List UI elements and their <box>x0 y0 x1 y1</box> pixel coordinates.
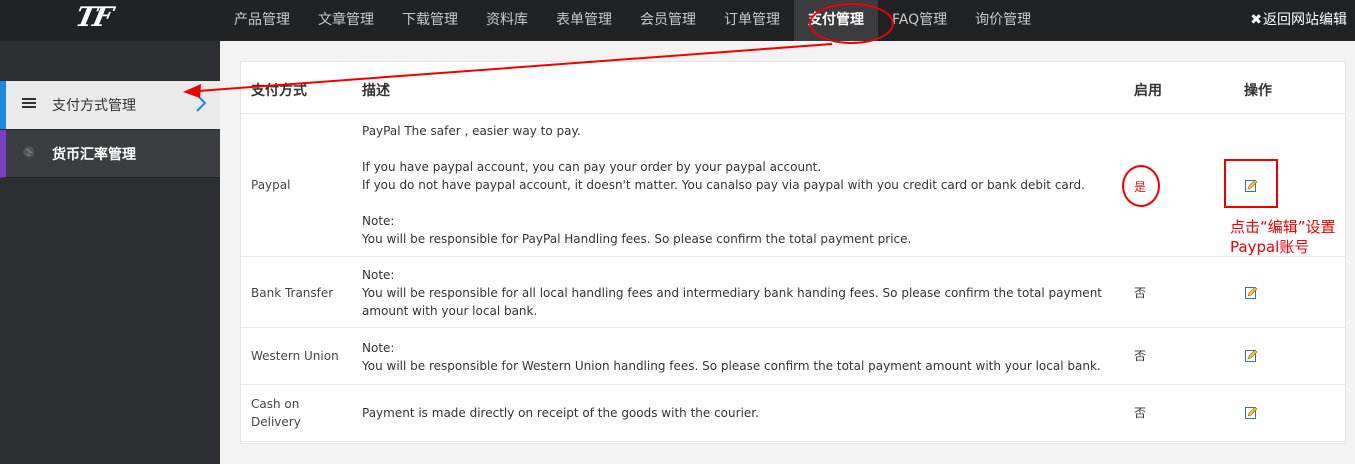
divider <box>241 113 1345 114</box>
nav-item-payments[interactable]: 支付管理 <box>794 0 878 41</box>
method-name: Paypal <box>251 178 291 192</box>
nav-item-orders[interactable]: 订单管理 <box>710 0 794 41</box>
list-icon <box>22 97 36 113</box>
nav-item-articles[interactable]: 文章管理 <box>304 0 388 41</box>
brand-logo[interactable]: TF <box>73 2 113 33</box>
nav-item-inquiries[interactable]: 询价管理 <box>961 0 1045 41</box>
main-nav: 产品管理 文章管理 下载管理 资料库 表单管理 会员管理 订单管理 支付管理 F… <box>220 0 1045 41</box>
edit-icon[interactable] <box>1245 286 1258 299</box>
nav-item-members[interactable]: 会员管理 <box>626 0 710 41</box>
enabled-status: 是 <box>1134 180 1147 194</box>
description-line: You will be responsible for all local ha… <box>362 286 1103 300</box>
enabled-status: 否 <box>1134 406 1147 420</box>
main-content: 支付方式 描述 启用 操作 Paypal PayPal The safer , … <box>220 41 1355 464</box>
description-line: You will be responsible for Western Unio… <box>362 359 1101 373</box>
globe-icon <box>22 146 36 162</box>
description-line: If you do not have paypal account, it do… <box>362 178 1085 192</box>
nav-item-products[interactable]: 产品管理 <box>220 0 304 41</box>
payment-methods-table: 支付方式 描述 启用 操作 Paypal PayPal The safer , … <box>240 61 1346 444</box>
chevron-right-icon <box>196 94 207 116</box>
description-line: If you have paypal account, you can pay … <box>362 160 822 174</box>
column-header-actions: 操作 <box>1244 83 1272 99</box>
edit-icon[interactable] <box>1245 179 1258 192</box>
back-to-site-editor-link[interactable]: ✖返回网站编辑 <box>1250 0 1347 41</box>
description-line: Payment is made directly on receipt of t… <box>362 406 759 420</box>
close-icon: ✖ <box>1250 12 1262 28</box>
annotation-text: Paypal账号 <box>1230 238 1310 256</box>
nav-item-library[interactable]: 资料库 <box>472 0 542 41</box>
enabled-status: 否 <box>1134 286 1147 300</box>
sidebar-item-label: 支付方式管理 <box>52 98 136 114</box>
column-header-description: 描述 <box>362 83 390 99</box>
sidebar: 支付方式管理 货币汇率管理 <box>0 41 220 464</box>
divider <box>241 441 1345 442</box>
sidebar-item-payment-methods[interactable]: 支付方式管理 <box>0 81 220 129</box>
divider <box>241 256 1345 257</box>
divider <box>241 384 1345 385</box>
method-name: Bank Transfer <box>251 286 334 300</box>
nav-item-faq[interactable]: FAQ管理 <box>878 0 961 41</box>
column-header-enabled: 启用 <box>1134 83 1162 99</box>
method-name: Delivery <box>251 415 301 429</box>
description-note: You will be responsible for PayPal Handl… <box>362 232 912 246</box>
edit-icon[interactable] <box>1245 406 1258 419</box>
sidebar-item-label: 货币汇率管理 <box>52 146 136 163</box>
description-note-label: Note: <box>362 268 395 282</box>
column-header-method: 支付方式 <box>251 83 307 99</box>
top-navbar: TF 产品管理 文章管理 下载管理 资料库 表单管理 会员管理 订单管理 支付管… <box>0 0 1355 41</box>
description-title: PayPal The safer , easier way to pay. <box>362 124 581 138</box>
edit-icon[interactable] <box>1245 349 1258 362</box>
method-name: Western Union <box>251 349 339 363</box>
description-line: amount with your local bank. <box>362 304 538 318</box>
nav-item-forms[interactable]: 表单管理 <box>542 0 626 41</box>
enabled-status: 否 <box>1134 349 1147 363</box>
nav-item-downloads[interactable]: 下载管理 <box>388 0 472 41</box>
divider <box>241 327 1345 328</box>
annotation-text: 点击“编辑”设置 <box>1230 218 1336 236</box>
sidebar-item-currency-rates[interactable]: 货币汇率管理 <box>0 130 220 178</box>
method-name: Cash on <box>251 397 300 411</box>
back-to-site-editor-label: 返回网站编辑 <box>1263 12 1347 28</box>
description-note-label: Note: <box>362 341 395 355</box>
description-note-label: Note: <box>362 214 395 228</box>
